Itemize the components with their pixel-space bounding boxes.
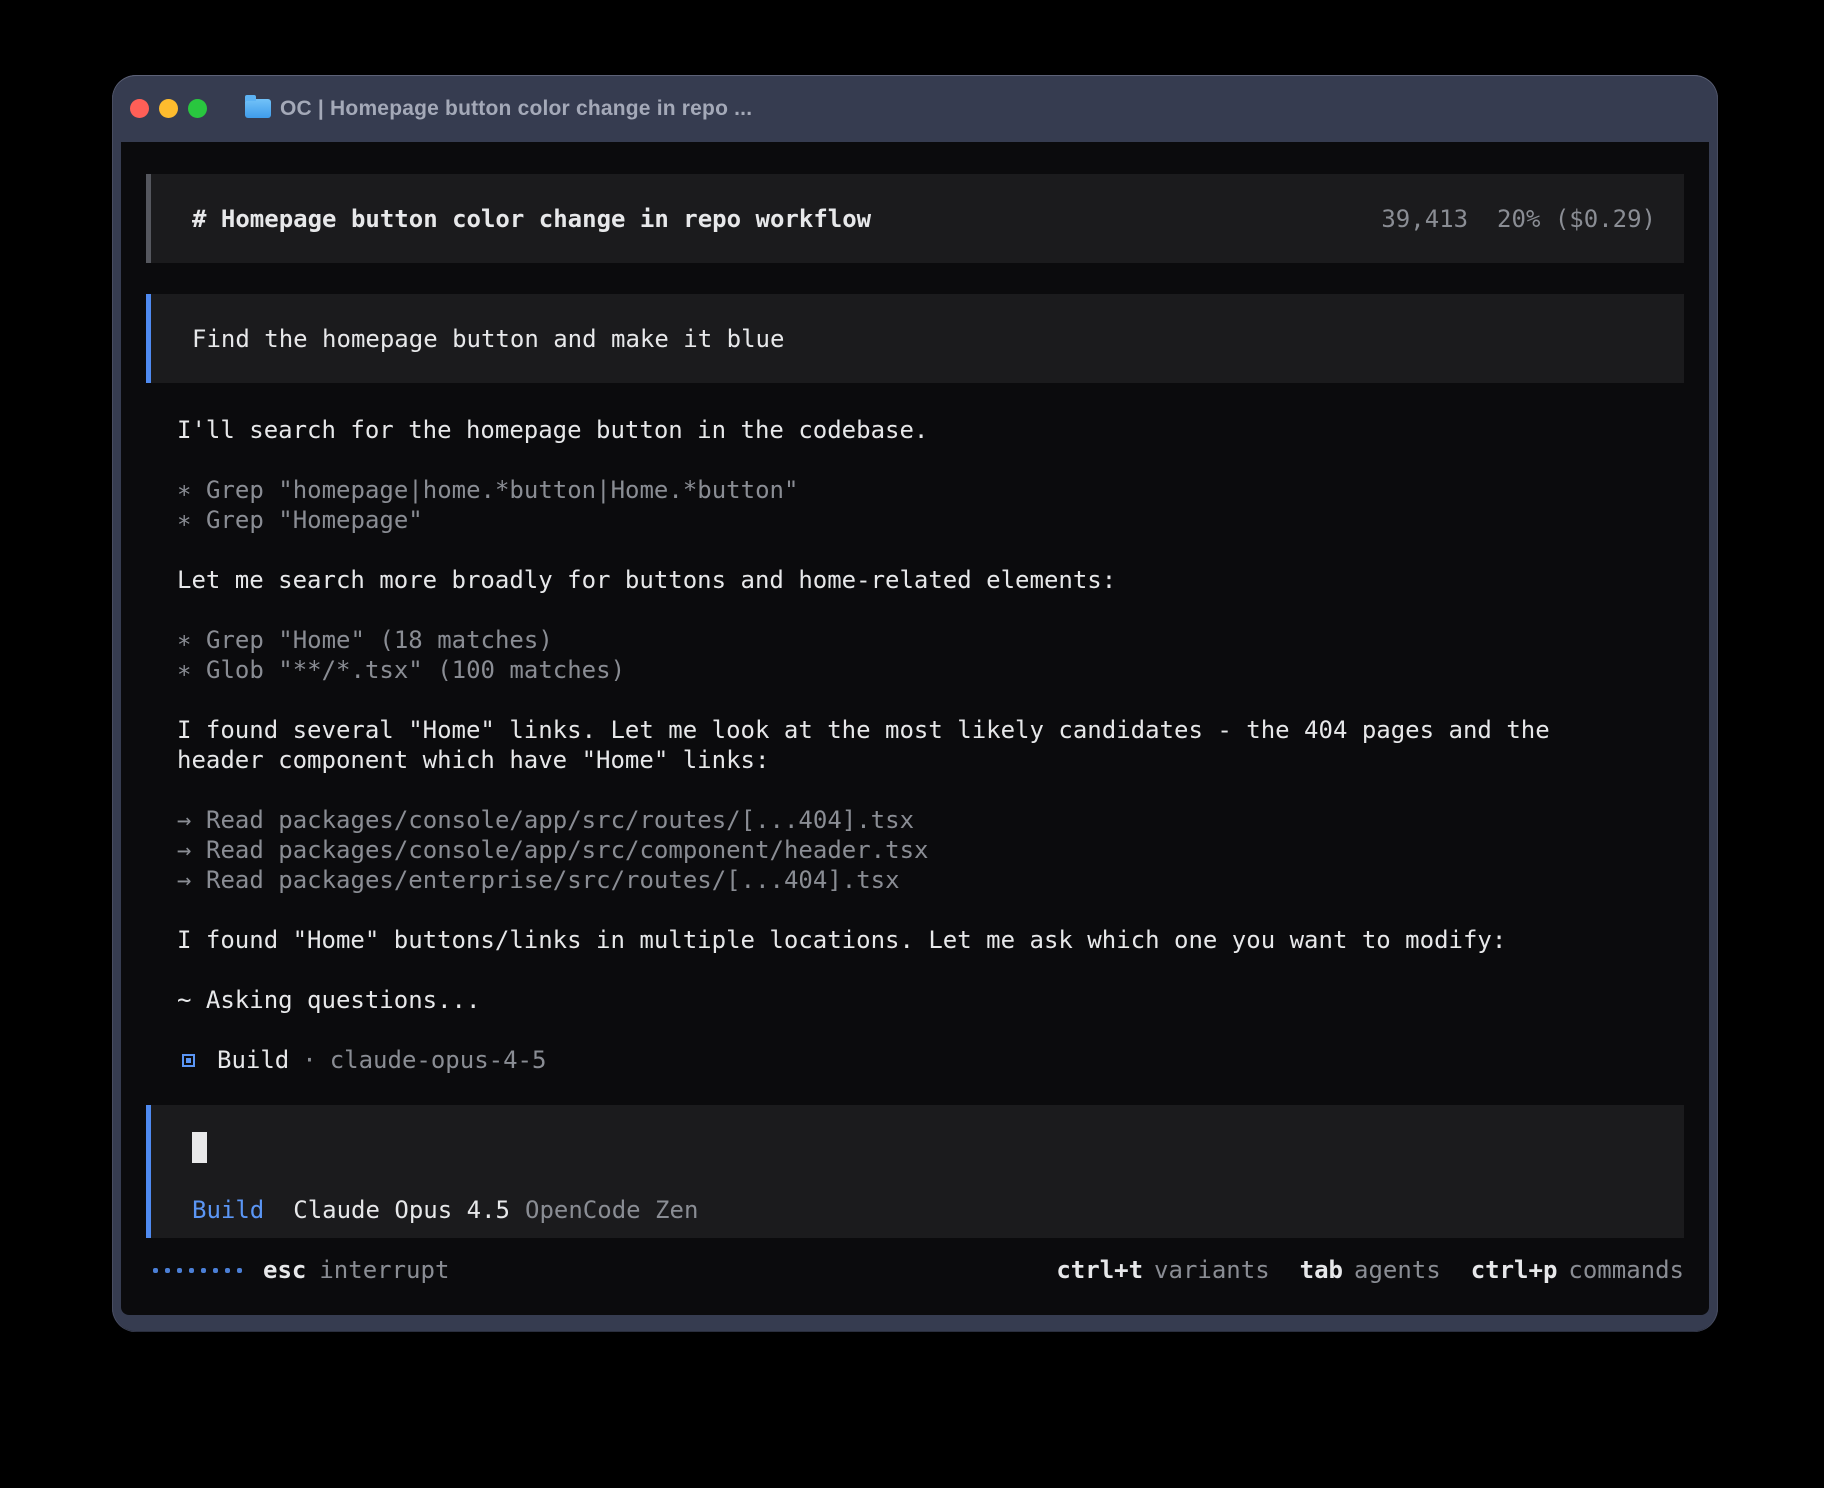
shortcut-label: variants <box>1154 1255 1270 1285</box>
tool-call: ∗ Grep "Homepage" <box>177 505 1647 535</box>
header-accent-bar <box>146 174 151 263</box>
window-title: OC | Homepage button color change in rep… <box>280 97 752 121</box>
agent-name: Build <box>217 1045 289 1075</box>
token-count: 39,413 <box>1381 204 1468 234</box>
tool-call-text: Read packages/console/app/src/component/… <box>206 835 928 865</box>
esc-key-label: interrupt <box>319 1255 449 1285</box>
assistant-paragraph: I'll search for the homepage button in t… <box>177 415 1647 445</box>
folder-icon <box>245 99 271 118</box>
separator-dot: · <box>302 1045 316 1075</box>
tool-call: ∗ Grep "Home" (18 matches) <box>177 625 1647 655</box>
esc-key-hint: esc <box>263 1255 306 1285</box>
maximize-button[interactable] <box>188 99 207 118</box>
spinner-dots-icon <box>153 1268 242 1273</box>
mode-label: Build <box>192 1195 264 1225</box>
assistant-paragraph: I found "Home" buttons/links in multiple… <box>177 925 1647 955</box>
asterisk-icon: ∗ <box>177 475 206 505</box>
arrow-right-icon: → <box>177 835 206 865</box>
asterisk-icon: ∗ <box>177 625 206 655</box>
user-message-block: Find the homepage button and make it blu… <box>146 294 1684 383</box>
text-cursor <box>192 1132 207 1163</box>
tool-call-text: Read packages/console/app/src/routes/[..… <box>206 805 914 835</box>
shortcut-label: commands <box>1568 1255 1684 1285</box>
tool-call-text: Glob "**/*.tsx" (100 matches) <box>206 655 625 685</box>
user-accent-bar <box>146 294 151 383</box>
tool-call-group: ∗ Grep "Home" (18 matches) ∗ Glob "**/*.… <box>177 625 1647 685</box>
shortcut-key: ctrl+t <box>1056 1255 1143 1285</box>
arrow-right-icon: → <box>177 865 206 895</box>
tool-call-text: Read packages/enterprise/src/routes/[...… <box>206 865 900 895</box>
provider-label: OpenCode Zen <box>525 1195 698 1225</box>
window-titlebar[interactable]: OC | Homepage button color change in rep… <box>112 75 1718 142</box>
tool-call: → Read packages/console/app/src/routes/[… <box>177 805 1647 835</box>
shortcut-agents: tab agents <box>1300 1255 1441 1285</box>
arrow-right-icon: → <box>177 805 206 835</box>
agent-task-line: Build · claude-opus-4-5 <box>177 1045 1647 1075</box>
user-message-text: Find the homepage button and make it blu… <box>192 324 784 354</box>
asterisk-icon: ∗ <box>177 505 206 535</box>
asterisk-icon: ∗ <box>177 655 206 685</box>
shortcut-key: ctrl+p <box>1471 1255 1558 1285</box>
tool-call-text: Grep "Home" (18 matches) <box>206 625 553 655</box>
shortcut-commands: ctrl+p commands <box>1471 1255 1684 1285</box>
tool-call: ∗ Grep "homepage|home.*button|Home.*butt… <box>177 475 1647 505</box>
status-bar: esc interrupt ctrl+t variants tab agents… <box>153 1255 1684 1285</box>
assistant-status-line: ~ Asking questions... <box>177 985 1647 1015</box>
shortcut-variants: ctrl+t variants <box>1056 1255 1269 1285</box>
tool-call-group: → Read packages/console/app/src/routes/[… <box>177 805 1647 895</box>
session-header: # Homepage button color change in repo w… <box>146 174 1684 263</box>
model-label: Claude Opus 4.5 <box>293 1195 510 1225</box>
assistant-transcript: I'll search for the homepage button in t… <box>177 415 1647 1075</box>
agent-model: claude-opus-4-5 <box>330 1045 547 1075</box>
close-button[interactable] <box>130 99 149 118</box>
shortcut-label: agents <box>1354 1255 1441 1285</box>
tool-call: → Read packages/enterprise/src/routes/[.… <box>177 865 1647 895</box>
terminal-screen: # Homepage button color change in repo w… <box>121 142 1709 1315</box>
prompt-input[interactable]: Build Claude Opus 4.5 OpenCode Zen <box>146 1105 1684 1238</box>
minimize-button[interactable] <box>159 99 178 118</box>
context-usage: 20% ($0.29) <box>1497 204 1656 234</box>
tool-call: ∗ Glob "**/*.tsx" (100 matches) <box>177 655 1647 685</box>
input-accent-bar <box>146 1105 151 1238</box>
tool-call: → Read packages/console/app/src/componen… <box>177 835 1647 865</box>
tool-call-text: Grep "homepage|home.*button|Home.*button… <box>206 475 798 505</box>
agent-build-icon <box>182 1054 195 1067</box>
tool-call-group: ∗ Grep "homepage|home.*button|Home.*butt… <box>177 475 1647 535</box>
session-title: # Homepage button color change in repo w… <box>192 204 871 234</box>
assistant-paragraph: Let me search more broadly for buttons a… <box>177 565 1647 595</box>
shortcut-key: tab <box>1300 1255 1343 1285</box>
assistant-paragraph: I found several "Home" links. Let me loo… <box>177 715 1647 775</box>
app-window: OC | Homepage button color change in rep… <box>112 75 1718 1332</box>
tool-call-text: Grep "Homepage" <box>206 505 423 535</box>
